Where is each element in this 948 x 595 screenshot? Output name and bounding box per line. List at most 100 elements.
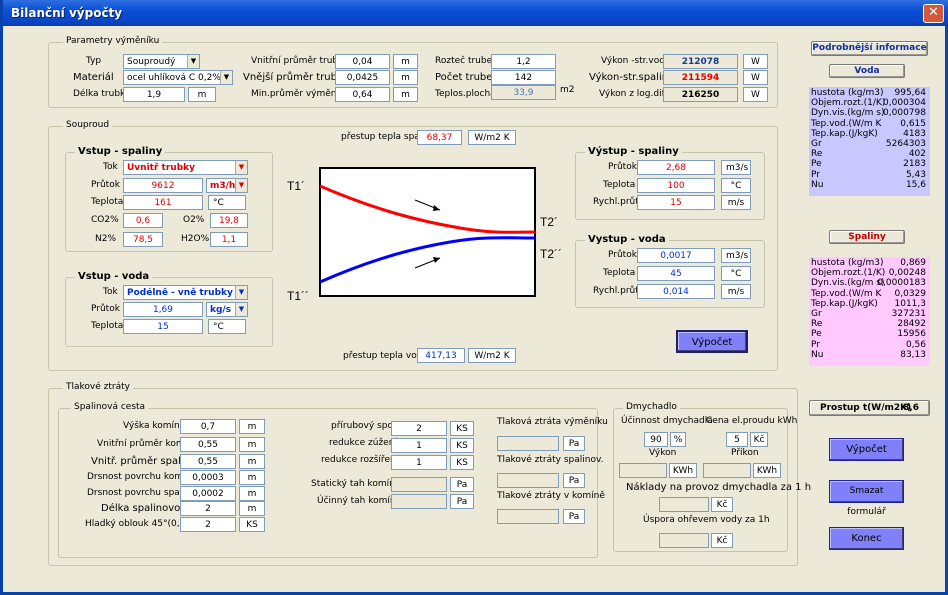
ucinnost-label: Účinnost dmychadla <box>621 416 713 426</box>
h2o-input[interactable]: 1,1 <box>210 232 248 247</box>
vyska-label: Výška komínu <box>123 421 186 431</box>
vykon-voda-unit: W <box>743 54 768 69</box>
vyv-teplota-output: 45 <box>637 266 715 281</box>
t2b-label: T2´´ <box>540 247 562 261</box>
vs-prutok-unit: m3/h <box>210 181 236 191</box>
delka-label: Délka trubky <box>73 89 131 99</box>
property-value: 0,869 <box>900 258 926 268</box>
delka-input[interactable]: 1,9 <box>123 87 185 102</box>
vnitrni-input[interactable]: 0,04 <box>335 54 390 69</box>
co2-input[interactable]: 0,6 <box>123 213 163 228</box>
vs-prutok-unit-select[interactable]: m3/h ▼ <box>206 178 248 193</box>
vstup-voda-title: Vstup - voda <box>75 271 153 282</box>
prirub-input[interactable]: 2 <box>391 421 447 436</box>
property-value: 15,6 <box>905 179 926 190</box>
vypocet-souproud-button[interactable]: Výpočet <box>676 330 748 353</box>
vyv-rychl-label: Rychl.průt <box>593 286 639 296</box>
vnejsi-input[interactable]: 0,0425 <box>335 70 390 85</box>
ztr-kom-unit: Pa <box>563 509 585 524</box>
property-key: Pe <box>811 329 822 340</box>
delka-spal-input[interactable]: 2 <box>180 501 236 516</box>
title-bar: Bilanční výpočty <box>3 0 948 26</box>
oblouk-input[interactable]: 2 <box>180 517 236 532</box>
drsnost-kom-input[interactable]: 0,0003 <box>180 470 236 485</box>
prikon-unit: KWh <box>753 463 781 478</box>
ztr-kom-output <box>497 509 559 524</box>
prestup-spalin-unit: W/m2 K <box>468 130 516 145</box>
smazat-button[interactable]: Smazat formulář <box>829 480 904 517</box>
n2-input[interactable]: 78,5 <box>123 232 163 247</box>
ucinnost-input[interactable]: 90 <box>644 432 668 447</box>
vv-prutok-unit-select[interactable]: kg/s ▼ <box>206 302 248 317</box>
vv-tok-value: Podélně - vně trubky <box>127 288 233 298</box>
vv-tok-select[interactable]: Podélně - vně trubky ▼ <box>123 285 248 300</box>
vyska-input[interactable]: 0,7 <box>180 419 236 434</box>
vykon-spal-unit: W <box>743 70 768 85</box>
t2-label: T2´ <box>540 215 558 229</box>
uspora-output <box>659 533 709 548</box>
vnitrni-kom-input[interactable]: 0,55 <box>180 437 236 452</box>
property-value: 402 <box>908 149 926 160</box>
zuzeni-input[interactable]: 1 <box>391 438 447 453</box>
typ-value: Souproudý <box>127 57 176 67</box>
vnitr-spal-input[interactable]: 0,55 <box>180 454 236 469</box>
vv-prutok-input[interactable]: 1,69 <box>123 302 203 317</box>
chevron-down-icon: ▼ <box>220 71 232 84</box>
uspora-label: Úspora ohřevem vody za 1h <box>643 515 770 525</box>
spaliny-button[interactable]: Spaliny <box>829 230 905 244</box>
property-key: Re <box>811 319 823 330</box>
rozsireni-input[interactable]: 1 <box>391 455 447 470</box>
close-button[interactable]: ✕ <box>923 4 944 23</box>
property-value: 28492 <box>897 319 926 330</box>
vys-teplota-label: Teplota <box>603 180 636 190</box>
material-label: Materiál <box>73 72 114 83</box>
vs-tok-label: Tok <box>103 162 118 172</box>
ztr-vym-output <box>497 436 559 451</box>
konec-button[interactable]: Konec <box>829 527 904 550</box>
property-value: 0,00248 <box>888 268 926 279</box>
property-value: 2183 <box>903 159 926 170</box>
property-key: Tep.vod.(W/m K <box>811 118 882 129</box>
property-key: Dyn.vis.(kg/m s) <box>811 278 885 289</box>
min-input[interactable]: 0,64 <box>335 87 390 102</box>
vypocet-button[interactable]: Výpočet <box>829 438 904 461</box>
voda-button[interactable]: Voda <box>829 64 905 78</box>
typ-select[interactable]: Souproudý ▼ <box>123 54 200 69</box>
property-row: Pr 0,56 <box>811 340 928 350</box>
zuzeni-label: redukce zúžení <box>329 438 397 448</box>
property-value: 0,000304 <box>883 98 926 109</box>
property-row: hustota (kg/m3) 995,64 <box>811 88 928 98</box>
typ-label: Typ <box>86 56 102 66</box>
property-key: Tep.kap.(J/kgK) <box>811 298 878 309</box>
property-value: 995,64 <box>894 88 927 98</box>
property-row: Gr 327231 <box>811 309 928 319</box>
vs-tok-select[interactable]: Uvnitř trubky ▼ <box>123 160 248 175</box>
property-key: Re <box>811 149 823 160</box>
property-row: Re 402 <box>811 149 928 159</box>
vykon-dm-unit: KWh <box>669 463 697 478</box>
property-key: Tep.kap.(J/kgK) <box>811 128 878 139</box>
vs-prutok-input[interactable]: 9612 <box>123 178 203 193</box>
vs-teplota-label: Teplota <box>91 197 124 207</box>
property-row: Tep.vod.(W/m K 0,615 <box>811 119 928 129</box>
spalinova-title: Spalinová cesta <box>71 402 149 412</box>
property-value: 15956 <box>897 329 926 340</box>
property-row: Tep.kap.(J/kgK) 1011,3 <box>811 299 928 309</box>
vs-teplota-input[interactable]: 161 <box>123 195 203 210</box>
pocet-input[interactable]: 142 <box>491 70 556 85</box>
cena-input[interactable]: 5 <box>726 432 748 447</box>
material-select[interactable]: ocel uhlíková C 0,2% ▼ <box>123 70 233 85</box>
roztec-input[interactable]: 1,2 <box>491 54 556 69</box>
drsnost-spal-input[interactable]: 0,0002 <box>180 486 236 501</box>
vv-teplota-input[interactable]: 15 <box>123 319 203 334</box>
o2-input[interactable]: 19,8 <box>210 213 248 228</box>
prikon-label: Příkon <box>731 448 759 458</box>
vnitrni-unit: m <box>393 54 418 69</box>
property-row: Tep.vod.(W/m K 0,0329 <box>811 289 928 299</box>
vykon-dm-output <box>619 463 667 478</box>
min-unit: m <box>393 87 418 102</box>
vys-teplota-unit: °C <box>721 178 751 193</box>
spaliny-properties: hustota (kg/m3) 0,869 Objem.rozt.(1/K) 0,00… <box>809 257 930 366</box>
property-row: Gr 5264303 <box>811 139 928 149</box>
vykon-dm-label: Výkon <box>649 448 677 458</box>
